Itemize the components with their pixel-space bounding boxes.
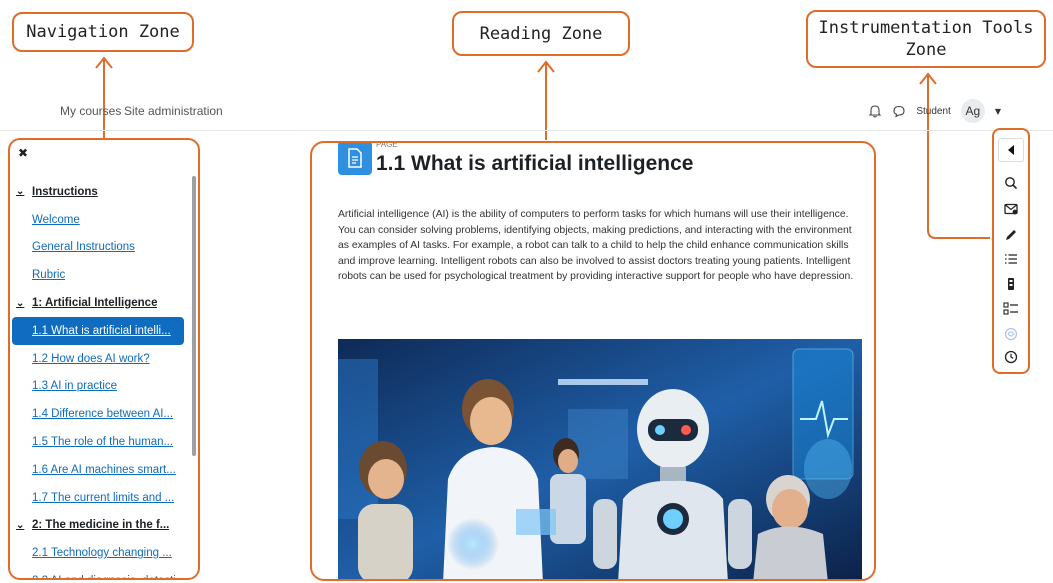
- course-index-label: 1.1 What is artificial intelli...: [32, 324, 171, 337]
- checklist-icon[interactable]: [1002, 300, 1020, 318]
- course-index-label: 1: Artificial Intelligence: [32, 297, 158, 310]
- chevron-down-icon[interactable]: ⌄: [16, 520, 32, 531]
- course-index-label: 2.1 Technology changing ...: [32, 547, 172, 560]
- course-activity-item[interactable]: 2.2 AI and diagnosis, detecti...: [10, 567, 190, 578]
- reading-zone-label: Reading Zone: [479, 23, 603, 44]
- navigation-zone-callout: Navigation Zone: [12, 12, 194, 52]
- site-administration-link[interactable]: Site administration: [124, 104, 223, 118]
- course-index-list: ⌄ Instructions Welcome General Instructions…: [10, 178, 190, 578]
- course-index-label: Instructions: [32, 185, 98, 198]
- course-activity-item[interactable]: 1.4 Difference between AI...: [10, 400, 190, 428]
- avatar[interactable]: Ag: [960, 99, 985, 123]
- close-icon[interactable]: ✖: [18, 146, 28, 160]
- course-index-label: Rubric: [32, 269, 66, 282]
- search-icon[interactable]: [1002, 174, 1020, 192]
- device-icon[interactable]: [1002, 275, 1020, 293]
- course-index-label: 1.7 The current limits and ...: [32, 491, 175, 504]
- collapse-left-icon[interactable]: [998, 138, 1024, 162]
- activity-type-label: PAGE: [376, 141, 398, 149]
- course-activity-item[interactable]: General Instructions: [10, 234, 190, 262]
- course-index-label: General Instructions: [32, 241, 135, 254]
- tools-zone-label-line2: Zone: [905, 40, 947, 60]
- tools-zone-callout: Instrumentation Tools Zone: [806, 10, 1046, 68]
- clock-icon[interactable]: [1002, 348, 1020, 366]
- chat-bubble-icon[interactable]: [892, 104, 906, 118]
- page-title: 1.1 What is artificial intelligence: [376, 152, 694, 175]
- chevron-down-icon[interactable]: ▼: [995, 107, 1001, 116]
- course-activity-item[interactable]: 1.5 The role of the human...: [10, 428, 190, 456]
- pen-icon[interactable]: [1002, 226, 1020, 244]
- course-index-label: 1.4 Difference between AI...: [32, 408, 174, 421]
- course-index-label: 2.2 AI and diagnosis, detecti...: [32, 575, 185, 578]
- course-index-label: 1.5 The role of the human...: [32, 436, 174, 449]
- tools-zone-label-line1: Instrumentation Tools: [818, 18, 1034, 38]
- navigation-zone-label: Navigation Zone: [26, 22, 180, 42]
- course-section-item[interactable]: ⌄ Instructions: [10, 178, 190, 206]
- course-index-label: Welcome: [32, 213, 80, 226]
- course-index-drawer: ✖ ⌄ Instructions Welcome General Instructio…: [8, 138, 200, 580]
- course-activity-item[interactable]: Rubric: [10, 261, 190, 289]
- course-index-label: 1.3 AI in practice: [32, 380, 118, 393]
- ai-robot-doctor-illustration: [338, 339, 862, 579]
- page-document-icon: [338, 143, 372, 175]
- course-index-scrollbar[interactable]: [192, 176, 196, 456]
- chevron-down-icon[interactable]: ⌄: [16, 186, 32, 197]
- reading-zone: PAGE 1.1 What is artificial intelligence…: [310, 141, 876, 581]
- course-activity-item[interactable]: 1.3 AI in practice: [10, 373, 190, 401]
- course-activity-item[interactable]: 1.7 The current limits and ...: [10, 484, 190, 512]
- course-index-label: 2: The medicine in the f...: [32, 519, 170, 532]
- course-activity-item[interactable]: 1.2 How does AI work?: [10, 345, 190, 373]
- course-activity-item[interactable]: 1.1 What is artificial intelli...: [12, 316, 184, 345]
- reading-zone-callout: Reading Zone: [452, 11, 630, 56]
- course-section-item[interactable]: ⌄ 1: Artificial Intelligence: [10, 289, 190, 317]
- course-activity-item[interactable]: 1.6 Are AI machines smart...: [10, 456, 190, 484]
- brain-icon[interactable]: [1002, 325, 1020, 343]
- top-navigation-bar: My courses Site administration Student A…: [0, 95, 1053, 131]
- user-role-label: Student: [916, 105, 951, 117]
- chevron-down-icon[interactable]: ⌄: [16, 298, 32, 309]
- my-courses-link[interactable]: My courses: [60, 104, 121, 118]
- email-icon[interactable]: [1002, 200, 1020, 218]
- list-icon[interactable]: [1002, 250, 1020, 268]
- course-section-item[interactable]: ⌄ 2: The medicine in the f...: [10, 512, 190, 540]
- instrumentation-tools-panel: [992, 128, 1030, 374]
- course-index-label: 1.2 How does AI work?: [32, 352, 150, 365]
- page-content-paragraph: Artificial intelligence (AI) is the abil…: [338, 209, 854, 283]
- bell-icon[interactable]: [868, 104, 882, 118]
- course-activity-item[interactable]: Welcome: [10, 206, 190, 234]
- user-menu-area: Student Ag ▼: [868, 99, 1001, 123]
- course-index-label: 1.6 Are AI machines smart...: [32, 463, 176, 476]
- course-activity-item[interactable]: 2.1 Technology changing ...: [10, 539, 190, 567]
